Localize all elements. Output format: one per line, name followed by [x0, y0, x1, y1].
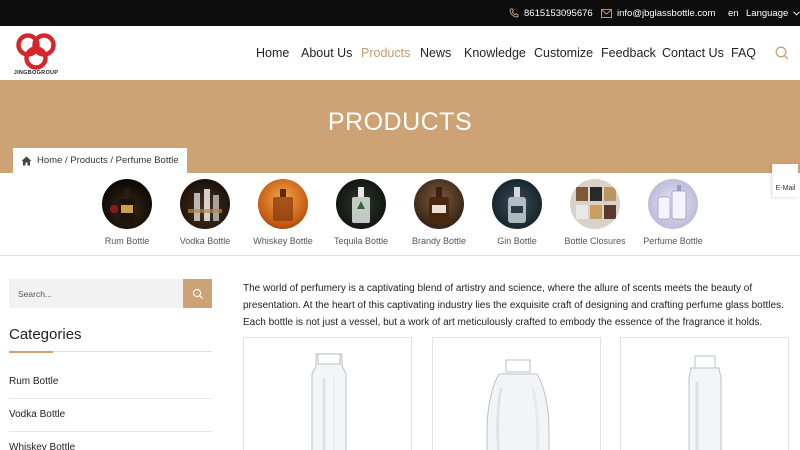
- phone-icon: [509, 8, 519, 18]
- nav-home[interactable]: Home: [256, 46, 289, 60]
- top-bar: 8615153095676 info@jbglassbottle.com en …: [0, 0, 800, 26]
- category-gin-bottle[interactable]: Gin Bottle: [477, 179, 557, 246]
- nav-contact-us[interactable]: Contact Us: [662, 46, 724, 60]
- language-selector[interactable]: Language: [746, 0, 800, 26]
- category-label: Brandy Bottle: [411, 236, 467, 246]
- category-label: Vodka Bottle: [179, 236, 231, 246]
- category-label: Tequila Bottle: [333, 236, 389, 246]
- phone-number: 8615153095676: [524, 7, 593, 19]
- mail-icon: [601, 8, 612, 18]
- nav-knowledge[interactable]: Knowledge: [464, 46, 526, 60]
- category-vodka-bottle[interactable]: Vodka Bottle: [165, 179, 245, 246]
- sidebar-item-whiskey-bottle[interactable]: Whiskey Bottle: [9, 432, 212, 450]
- category-whiskey-bottle[interactable]: Whiskey Bottle: [243, 179, 323, 246]
- category-label: Gin Bottle: [497, 236, 537, 246]
- brand-name: JINGBOGROUP: [13, 70, 59, 76]
- category-brandy-bottle[interactable]: Brandy Bottle: [399, 179, 479, 246]
- category-bottle-closures[interactable]: Bottle Closures: [555, 179, 635, 246]
- title-accent-bar: [9, 351, 53, 353]
- tequila-bottle-photo-icon: [336, 179, 386, 229]
- phone-link[interactable]: 8615153095676: [509, 0, 593, 26]
- product-card[interactable]: [620, 337, 789, 450]
- nav-faq[interactable]: FAQ: [731, 46, 756, 60]
- search-submit-button[interactable]: [183, 279, 212, 308]
- search-icon: [192, 288, 203, 299]
- category-label: Whiskey Bottle: [253, 236, 313, 246]
- bottle-closures-photo-icon: [570, 179, 620, 229]
- rum-bottle-photo-icon: [102, 179, 152, 229]
- category-label: Bottle Closures: [564, 236, 626, 246]
- breadcrumb-text[interactable]: Home / Products / Perfume Bottle: [37, 155, 179, 166]
- sidebar-item-rum-bottle[interactable]: Rum Bottle: [9, 366, 212, 399]
- perfume-bottle-image: [486, 359, 550, 450]
- sidebar-item-vodka-bottle[interactable]: Vodka Bottle: [9, 399, 212, 432]
- nav-products[interactable]: Products: [361, 46, 410, 60]
- search-input[interactable]: [9, 279, 183, 308]
- category-label: Perfume Bottle: [643, 236, 703, 246]
- language-code: en: [728, 7, 739, 19]
- product-card[interactable]: [432, 337, 601, 450]
- sidebar-title: Categories: [9, 326, 82, 343]
- perfume-bottle-image: [311, 353, 347, 450]
- perfume-bottle-photo-icon: [648, 179, 698, 229]
- site-header: JINGBOGROUP Home About Us Products News …: [0, 26, 800, 80]
- nav-customize[interactable]: Customize: [534, 46, 593, 60]
- nav-news[interactable]: News: [420, 46, 451, 60]
- perfume-bottle-image: [688, 355, 722, 450]
- intro-paragraph: The world of perfumery is a captivating …: [243, 283, 784, 328]
- nav-feedback[interactable]: Feedback: [601, 46, 656, 60]
- vodka-bottle-photo-icon: [180, 179, 230, 229]
- category-tequila-bottle[interactable]: Tequila Bottle: [321, 179, 401, 246]
- category-perfume-bottle[interactable]: Perfume Bottle: [633, 179, 713, 246]
- home-icon[interactable]: [21, 156, 32, 166]
- email-address: info@jbglassbottle.com: [617, 7, 716, 19]
- search-icon[interactable]: [774, 45, 790, 61]
- breadcrumb: Home / Products / Perfume Bottle: [13, 148, 187, 173]
- product-card[interactable]: [243, 337, 412, 450]
- category-strip: Rum Bottle Vodka Bottle Whiskey Bottle T…: [0, 173, 800, 256]
- page-title: PRODUCTS: [327, 108, 473, 136]
- brandy-bottle-photo-icon: [414, 179, 464, 229]
- whiskey-bottle-photo-icon: [258, 179, 308, 229]
- category-label: Rum Bottle: [104, 236, 150, 246]
- nav-about-us[interactable]: About Us: [301, 46, 352, 60]
- email-link[interactable]: info@jbglassbottle.com: [601, 0, 715, 26]
- chevron-down-icon: [793, 10, 800, 16]
- language-label: Language: [746, 7, 789, 19]
- gin-bottle-photo-icon: [492, 179, 542, 229]
- category-rum-bottle[interactable]: Rum Bottle: [87, 179, 167, 246]
